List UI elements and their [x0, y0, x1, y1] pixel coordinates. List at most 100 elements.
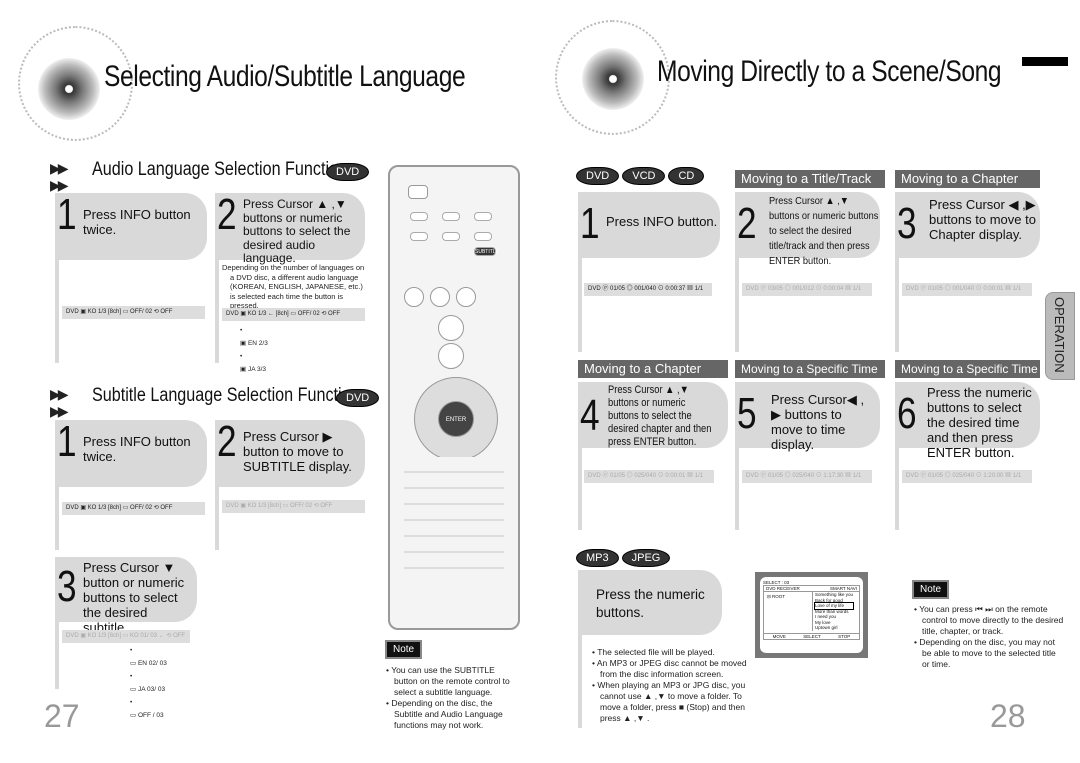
step-number: 1 [57, 417, 77, 466]
header-chapter-2: Moving to a Chapter [578, 360, 728, 378]
bullet: • Depending on the disc, the Subtitle an… [386, 698, 503, 730]
bullet-text: You can use the SUBTITLE button on the r… [391, 665, 510, 697]
operation-tab-label: OPERATION [1052, 297, 1067, 373]
step-text: Press INFO button twice. [83, 207, 191, 237]
bullet-text: When playing an MP3 or JPG disc, you can… [597, 680, 746, 723]
screen-folder: ROOT [772, 594, 786, 599]
bullet: • You can press ⏮ ⏭ on the remote contro… [914, 604, 1064, 636]
scene-step-4: 4 Press Cursor ▲ ,▼ buttons or numeric bu… [578, 382, 728, 448]
scene-step-2: 2 Press Cursor ▲ ,▼ buttons or numeric bu… [735, 192, 880, 267]
step-text: Press Cursor ▲ ,▼ buttons or numeric but… [769, 195, 879, 267]
screen-header: SMART NAVI [829, 586, 857, 591]
chain-item: OFF / 03 [137, 712, 164, 719]
scene-step-3: 3 Press Cursor ◀ ,▶ buttons to move to Ch… [895, 192, 1040, 258]
status-bar: DVD ▣ KO 1/3 [8ch] ▭ KO 01/ 03 ← ⟲ OFF [62, 630, 190, 643]
page-number: 28 [990, 698, 1026, 734]
operation-tab: OPERATION [1045, 292, 1075, 380]
arrows-icon: ▶▶ ▶▶ [50, 160, 68, 193]
power-button [408, 185, 428, 199]
step-text: Press Cursor ▶ button to move to SUBTITL… [243, 429, 352, 474]
status-bar: DVD ▣ KO 1/3 [8ch] ▭ OFF/ 02 ⟲ OFF [222, 500, 365, 513]
status-bar: DVD ⓟ 01/05 ◎ 025/040 ⊙ 1:17:30 ▦ 1/1 [742, 470, 872, 483]
chain-item: EN 2/3 [247, 340, 268, 347]
note-label: Note [385, 640, 423, 659]
bullet-text: An MP3 or JPEG disc cannot be moved from… [596, 658, 747, 679]
mp3-step: Press the numeric buttons. [578, 570, 722, 635]
status-bar: DVD ⓟ 01/05 ◎ 025/040 ⊙ 1:20:00 ▦ 1/1 [902, 470, 1032, 483]
tv-screen-illustration: SELECT : 03 DVD RECEIVER SMART NAVI ⊟ ROO… [755, 572, 868, 658]
header-specific-time: Moving to a Specific Time [735, 360, 885, 378]
screen-header: DVD RECEIVER [766, 586, 800, 591]
bullet: • You can use the SUBTITLE button on the… [386, 665, 510, 697]
bullet-text: The selected file will be played. [597, 647, 715, 657]
bullet-text: Depending on the disc, you may not be ab… [919, 637, 1056, 669]
step-text: Press INFO button twice. [83, 434, 191, 464]
jpeg-badge: JPEG [621, 549, 671, 567]
step-text: Press Cursor ◀ ,▶ buttons to move to Cha… [929, 197, 1036, 242]
header-bar [1022, 57, 1068, 66]
status-bar: DVD ⓟ 03/05 ◎ 001/012 ⊙ 0:00:04 ▦ 1/1 [742, 283, 872, 296]
step-number: 5 [737, 389, 757, 438]
chain-item: EN 02/ 03 [137, 660, 167, 667]
step-number: 2 [217, 417, 237, 466]
step-number: 4 [580, 391, 600, 440]
dvd-badge: DVD [336, 389, 380, 407]
status-bar: DVD ▣ KO 1/3 [8ch] ▭ OFF/ 02 ⟲ OFF [62, 306, 205, 319]
bullet: • When playing an MP3 or JPG disc, you c… [592, 680, 746, 723]
disc-icon [582, 48, 644, 110]
subtitle-step-3: 3 Press Cursor ▼ button or numeric butto… [55, 557, 197, 635]
section-title-subtitle: Subtitle Language Selection Function [92, 385, 360, 406]
enter-button: ENTER [438, 401, 474, 437]
disc-icon [38, 58, 100, 120]
dvd-badge: DVD [326, 163, 370, 181]
header-title-track: Moving to a Title/Track [735, 170, 885, 188]
page-title: Moving Directly to a Scene/Song [657, 55, 1002, 88]
header-specific-time-2: Moving to a Specific Time [895, 360, 1040, 378]
screen-footer: SELECT [803, 634, 821, 639]
step-number: 1 [57, 190, 77, 239]
chain-item: JA 3/3 [247, 366, 267, 373]
step-number: 2 [737, 199, 757, 248]
subtitle-chain: • ▭ EN 02/ 03 • ▭ JA 03/ 03 • ▭ OFF / 03 [130, 647, 167, 719]
status-bar: DVD ▣ KO 1/3 [8ch] ▭ OFF/ 02 ⟲ OFF [62, 502, 205, 515]
bullet: Depending on the number of languages on … [222, 263, 365, 310]
step-number: 3 [57, 562, 77, 611]
step-number: 3 [897, 199, 917, 248]
scene-step-6: 6 Press the numeric buttons to select the… [895, 382, 1040, 460]
track-item: Uptown girl [815, 625, 838, 630]
step-text: Press Cursor ▼ button or numeric buttons… [83, 560, 185, 635]
track-item: Something like you [815, 592, 854, 597]
step-number: 1 [580, 199, 600, 248]
subtitle-step-2: 2 Press Cursor ▶ button to move to SUBTI… [215, 420, 365, 487]
mp3-badge: MP3 [576, 549, 619, 567]
track-list: Something like you Back for good Love of m… [812, 592, 855, 631]
step-text: Press the numeric buttons. [596, 587, 705, 620]
status-bar: DVD ▣ KO 1/3 ← [8ch] ▭ OFF/ 02 ⟲ OFF [222, 308, 365, 321]
bullet-text: You can press ⏮ ⏭ on the remote control … [919, 604, 1064, 636]
chain-item: JA 03/ 03 [137, 686, 166, 693]
bullet: • Depending on the disc, you may not be … [914, 637, 1056, 669]
step-text: Press INFO button. [606, 214, 718, 229]
bullet: • An MP3 or JPEG disc cannot be moved fr… [592, 658, 747, 679]
status-bar: DVD ⓟ 01/05 ◎ 025/040 ⊙ 0:00:01 ▦ 1/1 [584, 470, 714, 483]
dvd-badge: DVD [576, 167, 620, 185]
language-chain: • ▣ EN 2/3 • ▣ JA 3/3 [240, 327, 268, 373]
section-title-audio: Audio Language Selection Function [92, 159, 348, 180]
remote-control-illustration: SUBTITLE ENTER [388, 165, 520, 630]
step-text: Press Cursor ▲ ,▼ buttons or numeric but… [608, 384, 712, 448]
page-title: Selecting Audio/Subtitle Language [104, 60, 466, 93]
screen-footer: STOP [838, 634, 851, 639]
scene-step-1: 1 Press INFO button. [578, 192, 720, 258]
arrows-icon: ▶▶ ▶▶ [50, 386, 68, 419]
step-text: Press Cursor◀ , ▶ buttons to move to tim… [771, 392, 865, 452]
bullet: • The selected file will be played. [592, 647, 715, 657]
audio-step-2: 2 Press Cursor ▲ ,▼ buttons or numeric b… [215, 190, 365, 265]
screen-footer: MOVE [772, 634, 786, 639]
subtitle-button: SUBTITLE [474, 247, 499, 256]
vcd-badge: VCD [622, 167, 666, 185]
step-text: Press Cursor ▲ ,▼ buttons or numeric but… [243, 197, 351, 265]
step-number: 2 [217, 190, 237, 239]
status-bar: DVD ⓟ 01/05 ◎ 001/040 ⊙ 0:00:01 ▦ 1/1 [902, 283, 1032, 296]
note-label: Note [912, 580, 950, 599]
audio-step-1: 1 Press INFO button twice. [55, 193, 207, 260]
